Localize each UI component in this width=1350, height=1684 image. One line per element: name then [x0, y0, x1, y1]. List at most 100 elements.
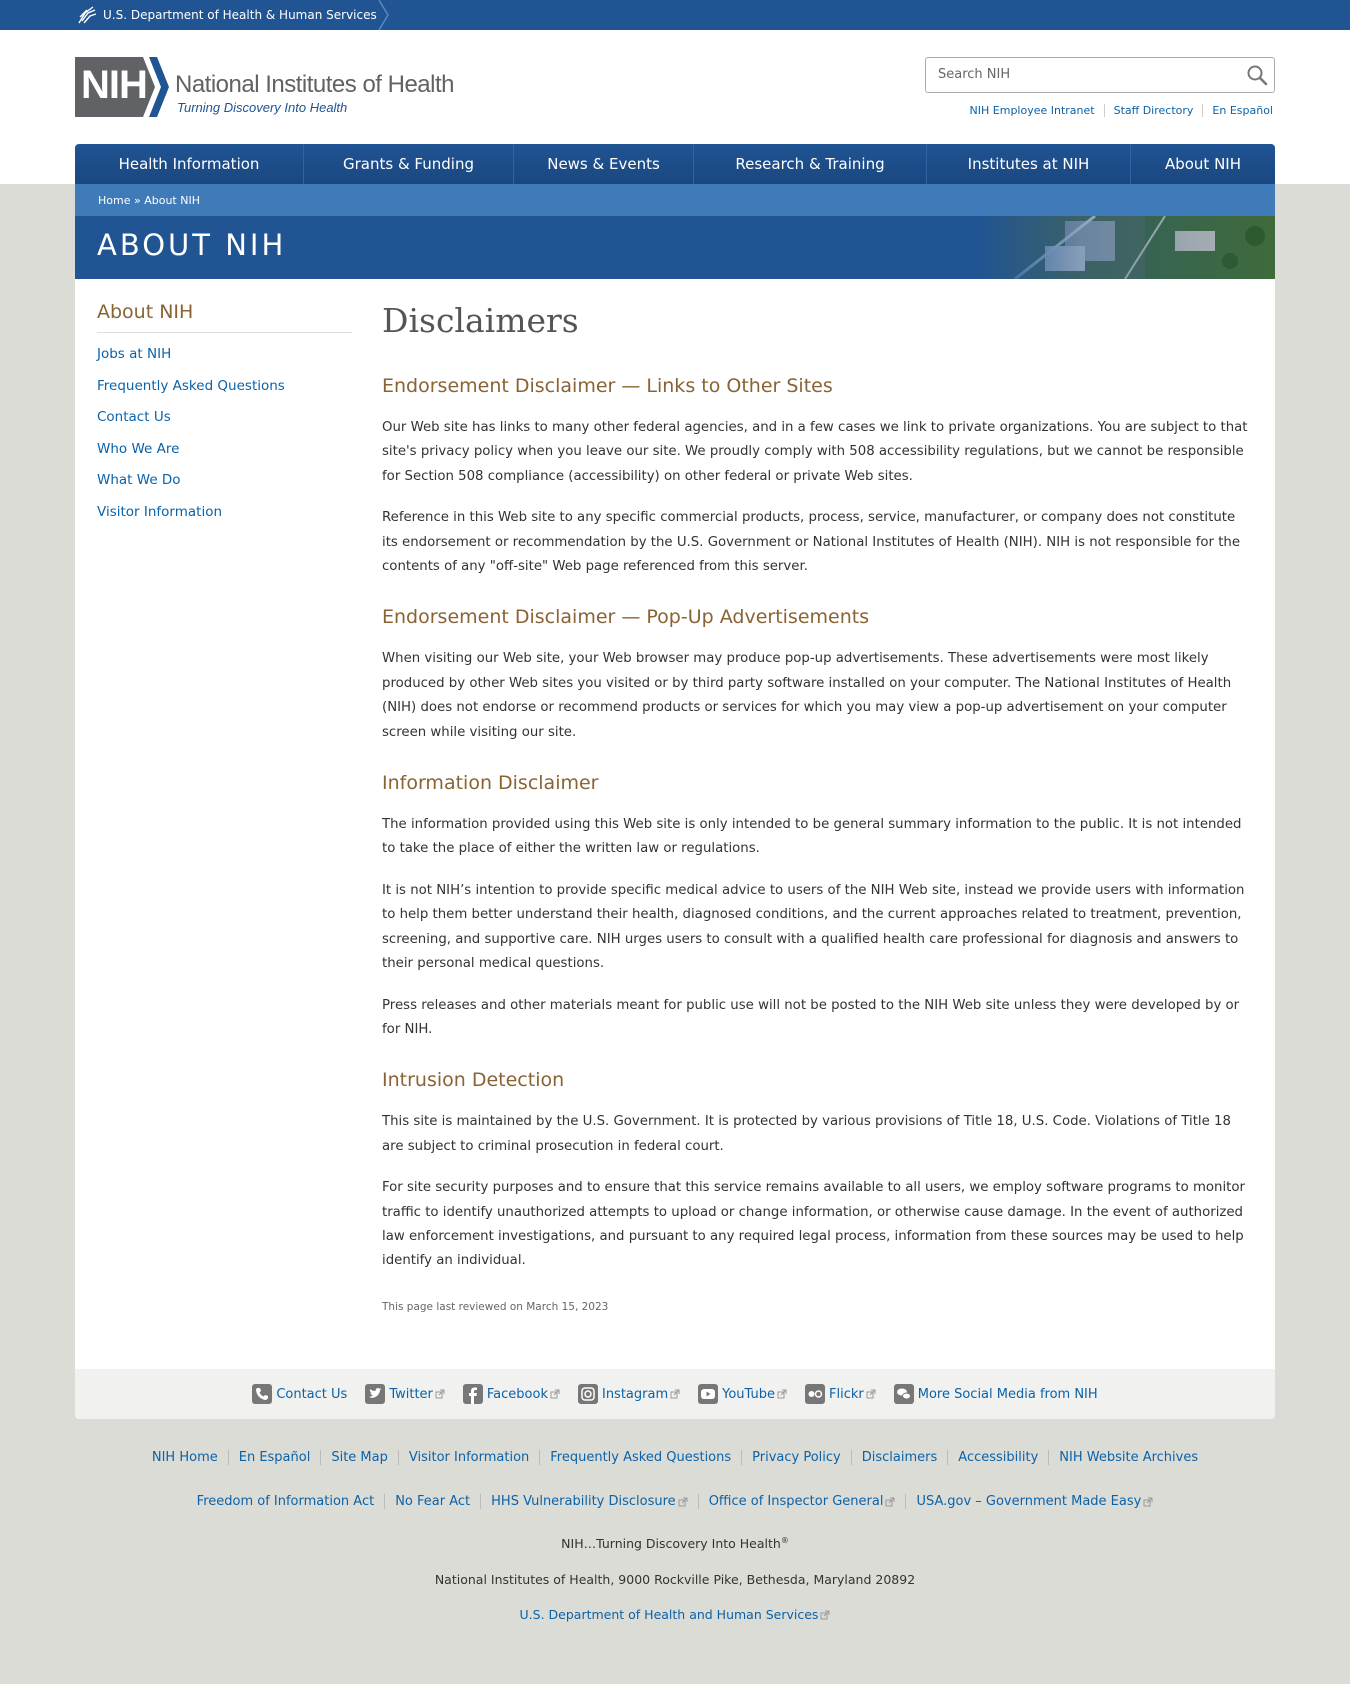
footer-visitor-information[interactable]: Visitor Information [397, 1450, 539, 1465]
footer-hhs-vulnerability[interactable]: HHS Vulnerability Disclosure [480, 1494, 698, 1509]
facebook-icon [462, 1384, 483, 1404]
footer-tagline: NIH…Turning Discovery Into Health® [561, 1536, 789, 1552]
paragraph: The information provided using this Web … [382, 817, 1242, 857]
footer-usa-gov[interactable]: USA.gov – Government Made Easy [905, 1494, 1163, 1509]
footer-site-map[interactable]: Site Map [320, 1450, 398, 1465]
footer-privacy-policy[interactable]: Privacy Policy [741, 1450, 851, 1465]
main-content: Disclaimers Endorsement Disclaimer — Lin… [382, 301, 1252, 1313]
social-contact-us[interactable]: Contact Us [252, 1384, 347, 1404]
external-link-icon [1143, 1497, 1153, 1506]
social-facebook[interactable]: Facebook [462, 1384, 560, 1404]
employee-intranet-link[interactable]: NIH Employee Intranet [961, 104, 1104, 117]
breadcrumb: Home » About NIH [75, 184, 1275, 216]
hhs-bar: U.S. Department of Health & Human Servic… [0, 0, 1350, 30]
social-flickr[interactable]: Flickr [805, 1384, 876, 1404]
footer-accessibility[interactable]: Accessibility [947, 1450, 1048, 1465]
external-link-icon [885, 1497, 895, 1506]
logo-title: National Institutes of Health [175, 71, 455, 98]
section-intrusion-detection: Intrusion Detection This site is maintai… [382, 1069, 1252, 1273]
sidebar-item-faq[interactable]: Frequently Asked Questions [97, 378, 285, 394]
search-icon[interactable] [1246, 64, 1268, 86]
breadcrumb-separator: » [130, 193, 145, 207]
external-link-icon [435, 1389, 445, 1399]
sidebar-divider [97, 332, 352, 333]
section-heading: Endorsement Disclaimer — Links to Other … [382, 375, 833, 397]
sidebar-item-contact[interactable]: Contact Us [97, 409, 171, 425]
social-bar: Contact Us Twitter Facebook Instagram Yo… [75, 1369, 1275, 1419]
logo-tagline: Turning Discovery Into Health [177, 100, 348, 115]
flickr-icon [805, 1384, 825, 1404]
registered-mark: ® [780, 1536, 789, 1545]
sidebar-title: About NIH [97, 301, 194, 323]
social-youtube[interactable]: YouTube [698, 1384, 787, 1404]
footer-hhs: U.S. Department of Health and Human Serv… [0, 1607, 1350, 1622]
nav-institutes[interactable]: Institutes at NIH [927, 144, 1131, 184]
youtube-icon [698, 1384, 719, 1404]
utility-links: NIH Employee Intranet Staff Directory En… [961, 104, 1273, 117]
search-input[interactable] [926, 58, 1238, 90]
footer-hhs-link[interactable]: U.S. Department of Health and Human Serv… [520, 1607, 831, 1622]
footer-no-fear-act[interactable]: No Fear Act [384, 1494, 480, 1509]
external-link-icon [670, 1389, 680, 1399]
nav-research-training[interactable]: Research & Training [694, 144, 927, 184]
logo-abbr: NIH [81, 63, 148, 107]
footer-website-archives[interactable]: NIH Website Archives [1048, 1450, 1208, 1465]
hhs-link[interactable]: U.S. Department of Health & Human Servic… [75, 0, 377, 30]
footer-links-row1: NIH Home En Español Site Map Visitor Inf… [0, 1450, 1350, 1465]
hhs-chevron-icon [378, 0, 389, 30]
external-link-icon [866, 1389, 876, 1399]
en-espanol-link[interactable]: En Español [1202, 104, 1273, 117]
page-title: Disclaimers [382, 301, 579, 340]
section-information-disclaimer: Information Disclaimer The information p… [382, 772, 1252, 1042]
hhs-eagle-icon [78, 6, 97, 24]
section-heading: Information Disclaimer [382, 772, 599, 795]
main-nav: Health Information Grants & Funding News… [75, 144, 1275, 184]
footer-links-row2: Freedom of Information Act No Fear Act H… [0, 1494, 1350, 1509]
social-instagram[interactable]: Instagram [577, 1384, 680, 1404]
social-twitter[interactable]: Twitter [365, 1384, 445, 1404]
twitter-icon [365, 1384, 386, 1404]
campus-aerial-image [975, 216, 1275, 279]
sidebar-item-jobs[interactable]: Jobs at NIH [97, 346, 171, 362]
paragraph: It is not NIH’s intention to provide spe… [382, 882, 1245, 972]
nav-health-information[interactable]: Health Information [75, 144, 304, 184]
sidebar-item-visitor-info[interactable]: Visitor Information [97, 504, 222, 520]
instagram-icon [577, 1384, 598, 1404]
sidebar-nav: Jobs at NIH Frequently Asked Questions C… [97, 343, 285, 533]
paragraph: Reference in this Web site to any specif… [382, 510, 1241, 575]
breadcrumb-home[interactable]: Home [98, 194, 130, 207]
paragraph: When visiting our Web site, your Web bro… [382, 651, 1232, 740]
footer-foia[interactable]: Freedom of Information Act [187, 1494, 385, 1509]
external-link-icon [550, 1389, 560, 1399]
external-link-icon [777, 1389, 787, 1399]
paragraph: Press releases and other materials meant… [382, 997, 1240, 1037]
nih-logo[interactable]: NIH National Institutes of Health Turnin… [75, 57, 475, 117]
footer-inspector-general[interactable]: Office of Inspector General [697, 1494, 906, 1509]
sidebar-item-who-we-are[interactable]: Who We Are [97, 441, 179, 457]
staff-directory-link[interactable]: Staff Directory [1103, 104, 1203, 117]
nav-grants-funding[interactable]: Grants & Funding [304, 144, 514, 184]
section-links-disclaimer: Endorsement Disclaimer — Links to Other … [382, 375, 1252, 579]
section-heading: Endorsement Disclaimer — Pop-Up Advertis… [382, 606, 870, 629]
section-banner: ABOUT NIH [75, 216, 1275, 279]
content-area: About NIH Jobs at NIH Frequently Asked Q… [75, 279, 1275, 1369]
nav-about-nih[interactable]: About NIH [1131, 144, 1275, 184]
footer-disclaimers[interactable]: Disclaimers [850, 1450, 948, 1465]
logo-chevron-icon [143, 57, 169, 117]
banner-title: ABOUT NIH [97, 228, 287, 262]
section-popup-disclaimer: Endorsement Disclaimer — Pop-Up Advertis… [382, 606, 1252, 745]
nav-news-events[interactable]: News & Events [514, 144, 694, 184]
footer-faq[interactable]: Frequently Asked Questions [539, 1450, 741, 1465]
footer-nih-home[interactable]: NIH Home [142, 1450, 228, 1465]
footer-address: National Institutes of Health, 9000 Rock… [434, 1572, 916, 1587]
paragraph: For site security purposes and to ensure… [382, 1180, 1245, 1269]
phone-icon [252, 1384, 273, 1404]
breadcrumb-current: About NIH [144, 193, 200, 207]
social-more[interactable]: More Social Media from NIH [893, 1384, 1098, 1404]
sidebar-item-what-we-do[interactable]: What We Do [97, 472, 181, 488]
chat-bubbles-icon [893, 1384, 914, 1404]
footer-en-espanol[interactable]: En Español [227, 1450, 321, 1465]
external-link-icon [820, 1610, 830, 1619]
search-box [925, 57, 1275, 93]
hhs-label: U.S. Department of Health & Human Servic… [103, 8, 377, 22]
